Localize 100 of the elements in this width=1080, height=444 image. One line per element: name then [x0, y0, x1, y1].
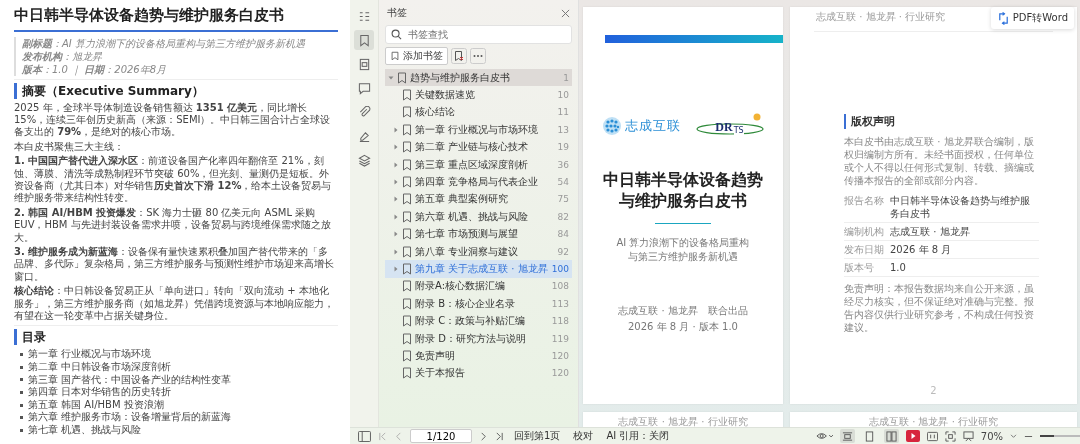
caret-icon[interactable]: [393, 144, 399, 151]
bookmark-icon: [402, 245, 412, 258]
bookmark-item[interactable]: 附录 D：研究方法与说明 119: [385, 329, 572, 348]
toc-item[interactable]: 第四章 日本对华销售的历史转折: [28, 386, 172, 399]
paragraph: 1. 中国国产替代进入深水区：前道设备国产化率四年翻倍至 21%，刻蚀、薄膜、清洗等成熟制程环节突破 60%，但光刻、量测仍是短板。外资设备商（尤其日本）对华销售历史首次下滑 12%，给本土设备贸易与维护服务带来结构性转变。: [14, 155, 333, 205]
bookmark-item[interactable]: 核心结论 11: [385, 103, 572, 122]
bookmark-icon: [402, 123, 412, 136]
caret-icon[interactable]: [393, 248, 399, 255]
table-cell: 2026 年 8 月: [890, 243, 952, 256]
toc-item[interactable]: 第二章 中日韩设备市场深度剖析: [28, 361, 172, 374]
view-mode-button[interactable]: [883, 429, 899, 443]
bookmark-item[interactable]: 第一章 行业概况与市场环境 13: [385, 121, 572, 139]
proofread-button[interactable]: 校对: [570, 429, 597, 443]
caret-icon[interactable]: [393, 179, 399, 186]
caret-icon[interactable]: [393, 231, 399, 238]
paragraph: 核心结论：中日韩设备贸易正从「单向进口」转向「双向流动 + 本地化服务」，第三方维护服务商（如旭龙昇）凭借跨境资源与本地响应能力，有望在这一轮变革中占据关键身位。: [14, 285, 335, 323]
bullet-icon: [20, 403, 23, 407]
caret-icon[interactable]: [393, 196, 399, 203]
page-header: 志成互联 · 旭龙昇 · 行业研究: [868, 415, 999, 427]
toc-item[interactable]: 第六章 维护服务市场：设备增量背后的新蓝海: [28, 411, 232, 424]
bookmark-icon: [402, 89, 412, 102]
bullet-icon: [20, 428, 23, 432]
bookmark-item[interactable]: 第五章 典型案例研究 75: [385, 190, 572, 209]
bookmark-icon: [402, 228, 412, 241]
bookmark-icon: [390, 51, 400, 61]
last-page-icon[interactable]: [495, 431, 504, 441]
toc-item[interactable]: 第五章 韩国 AI/HBM 投资浪潮: [28, 398, 164, 412]
bookmark-icon: [397, 71, 407, 84]
caret-icon[interactable]: [393, 266, 399, 272]
metadata-line: 版本：1.0 ｜ 日期：2026年8月: [22, 62, 168, 76]
bookmark-icon: [402, 193, 412, 206]
eye-icon[interactable]: [815, 431, 833, 441]
add-bookmark-button[interactable]: 添加书签: [385, 47, 448, 65]
bookmark-delete-icon[interactable]: [451, 48, 467, 64]
bookmark-item[interactable]: 第二章 产业链与核心技术 19: [385, 138, 572, 156]
bookmark-item[interactable]: 关键数据速览 10: [385, 86, 572, 104]
sidebar-toggle-icon[interactable]: [358, 430, 371, 442]
bookmark-item[interactable]: 附录 C：政策与补贴汇编 118: [385, 312, 572, 330]
pen-icon: [357, 129, 371, 143]
bookmark-icon: [402, 315, 412, 328]
page-icon: [357, 57, 371, 71]
bullet-icon: [20, 365, 23, 369]
bookmark-item[interactable]: 第七章 市场预测与展望 84: [385, 225, 572, 243]
pdf-to-word-button[interactable]: PDF转Word: [990, 7, 1074, 29]
more-icon[interactable]: [470, 48, 486, 64]
page-number-field[interactable]: 1/120: [410, 429, 472, 443]
bookmark-icon: [402, 176, 412, 189]
close-icon[interactable]: [561, 8, 570, 18]
zoom-level[interactable]: 70%: [980, 430, 1003, 442]
search-icon: [391, 29, 402, 40]
single-page-icon: [863, 430, 875, 442]
bookmark-icon: [402, 106, 412, 119]
bookmark-icon: [402, 332, 412, 345]
page-number: 2: [929, 385, 938, 396]
fit-screen-icon[interactable]: [944, 430, 956, 442]
bookmark-icon: [402, 263, 412, 275]
sidebar-tab[interactable]: [354, 30, 374, 50]
play-icon[interactable]: [905, 430, 920, 442]
caret-icon[interactable]: [1010, 433, 1017, 439]
toc-item[interactable]: 第三章 国产替代：中国设备产业的结构性变革: [28, 373, 232, 387]
bookmark-item[interactable]: 关于本报告 120: [385, 364, 572, 383]
cover-title: 中日韩半导体设备趋势 与维护服务白皮书: [603, 169, 763, 211]
view-mode-button[interactable]: [839, 429, 855, 443]
convert-icon: [996, 11, 1010, 25]
page-header: 志成互联 · 旭龙昇 · 行业研究: [618, 415, 748, 427]
bookmark-item[interactable]: 第八章 专业洞察与建议 92: [385, 242, 572, 261]
panel-title: 书签: [387, 6, 407, 20]
bookmark-item[interactable]: 第九章 关于志成互联 · 旭龙昇 100: [385, 260, 572, 278]
toc-item[interactable]: 第一章 行业概况与市场环境: [28, 348, 152, 361]
paragraph: 本白皮书由志成互联 · 旭龙昇联合编制，版权归编制方所有。未经书面授权，任何单位或个人不得以任何形式复制、转载、摘编或传播本报告的全部或部分内容。: [844, 135, 1035, 187]
caret-icon[interactable]: [388, 74, 394, 81]
toc-item[interactable]: 第七章 机遇、挑战与风险: [28, 423, 142, 437]
ai-citation-button[interactable]: AI 引用：关闭: [603, 429, 673, 443]
presentation-icon[interactable]: [962, 430, 974, 442]
bookmark-item[interactable]: 免责声明 120: [385, 347, 572, 365]
caret-icon[interactable]: [393, 161, 399, 168]
paperclip-icon: [357, 105, 371, 119]
bookmark-item[interactable]: 附录 B：核心企业名录 113: [385, 295, 572, 313]
next-page-icon[interactable]: [479, 431, 488, 441]
text-frame-icon[interactable]: [926, 430, 938, 442]
table-cell-text: 编制机构: [844, 225, 885, 238]
table-cell-text: 发布日期: [844, 243, 885, 256]
bookmark-icon: [357, 33, 371, 47]
caret-icon[interactable]: [393, 213, 399, 220]
page-header: 志成互联 · 旭龙昇 · 行业研究: [816, 10, 946, 23]
sphere-icon: [601, 116, 622, 136]
bookmark-item[interactable]: 趋势与维护服务白皮书 1: [385, 69, 572, 87]
metadata-line: 副标题：AI 算力浪潮下的设备格局重构与第三方维护服务新机遇: [22, 36, 307, 50]
bookmark-item[interactable]: 第六章 机遇、挑战与风险 82: [385, 208, 572, 226]
bookmark-item[interactable]: 附录A:核心数据汇编 108: [385, 277, 572, 296]
search-field[interactable]: 书签查找: [385, 25, 572, 44]
back-to-first-page-button[interactable]: 回到第1页: [511, 429, 564, 443]
bullet-icon: [20, 416, 23, 420]
brand-logo: 志成互联: [601, 116, 681, 136]
list-icon: [357, 9, 371, 23]
bullet-icon: [20, 353, 23, 357]
bookmark-item[interactable]: 第四章 竞争格局与代表企业 54: [385, 173, 572, 191]
bookmark-item[interactable]: 第三章 重点区域深度剖析 36: [385, 155, 572, 174]
caret-icon[interactable]: [393, 126, 399, 133]
disclaimer-text: 免责声明：本报告数据均来自公开来源，虽经尽力核实，但不保证绝对准确与完整。报告内容仅供行业研究参考，不构成任何投资建议。: [844, 282, 1035, 334]
